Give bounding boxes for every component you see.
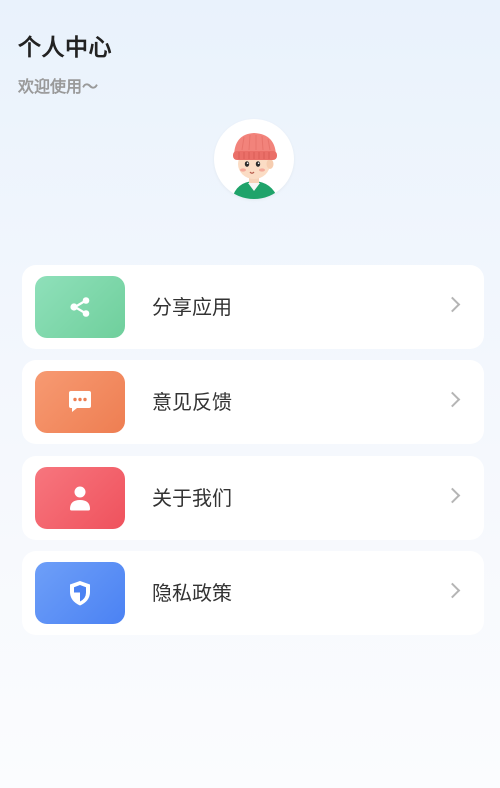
feedback-icon <box>69 391 91 412</box>
menu-icon-box <box>35 562 125 624</box>
menu-item-share-app[interactable]: 分享应用 <box>22 265 484 349</box>
avatar[interactable] <box>214 119 294 199</box>
share-icon <box>70 297 90 317</box>
chevron-right-icon <box>444 296 461 313</box>
menu-item-privacy-policy[interactable]: 隐私政策 <box>22 551 484 635</box>
page-title: 个人中心 <box>18 35 112 61</box>
menu-icon-box <box>35 371 125 433</box>
shield-icon <box>70 581 90 606</box>
menu-item-label: 关于我们 <box>152 486 232 510</box>
menu-item-label: 隐私政策 <box>152 581 232 605</box>
chevron-right-icon <box>444 391 461 408</box>
menu-item-label: 意见反馈 <box>152 390 232 414</box>
page-subtitle: 欢迎使用～ <box>18 77 99 96</box>
chevron-right-icon <box>444 582 461 599</box>
menu-icon-box <box>35 276 125 338</box>
cartoon-boy-avatar-icon <box>232 133 278 199</box>
chevron-right-icon <box>444 487 461 504</box>
menu-icon-box <box>35 467 125 529</box>
user-icon <box>70 486 90 511</box>
menu-item-about-us[interactable]: 关于我们 <box>22 456 484 540</box>
menu-item-feedback[interactable]: 意见反馈 <box>22 360 484 444</box>
menu-item-label: 分享应用 <box>152 295 232 319</box>
